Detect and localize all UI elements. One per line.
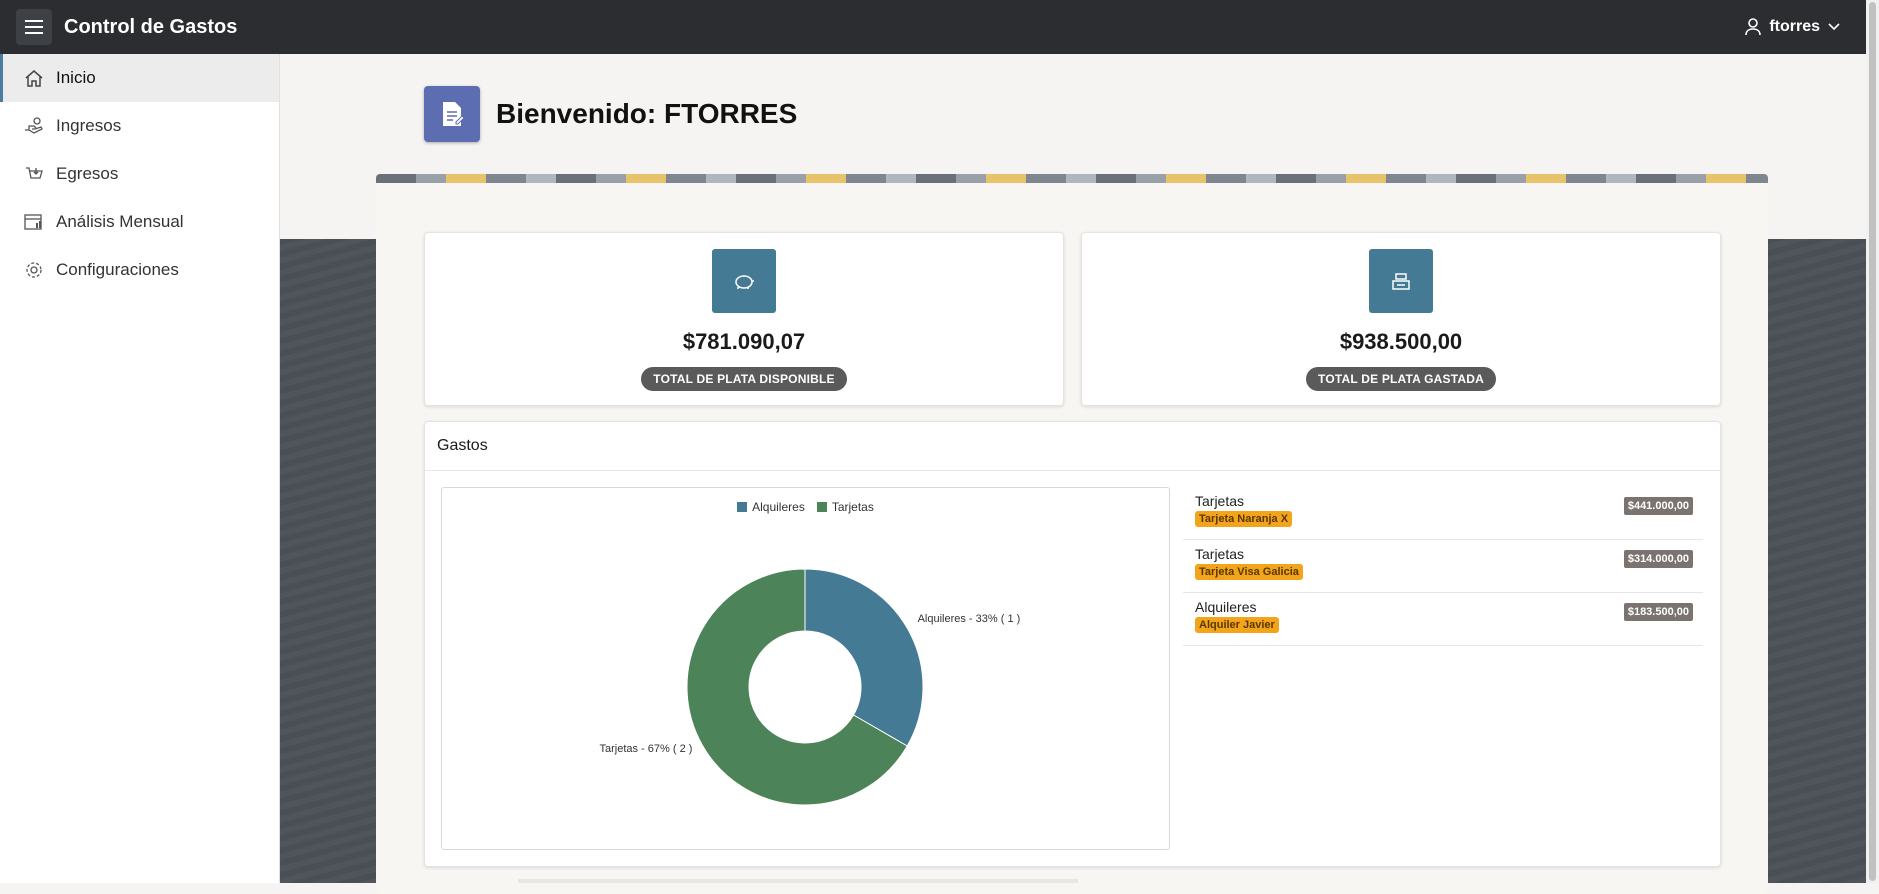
home-icon (25, 70, 43, 87)
sidebar: Inicio Ingresos Egresos Análisis Mensual… (0, 54, 280, 883)
hamburger-menu-button[interactable] (16, 9, 52, 45)
username-label: ftorres (1769, 18, 1820, 35)
list-item[interactable]: Tarjetas Tarjeta Visa Galicia $314.000,0… (1183, 540, 1703, 593)
gastos-title: Gastos (425, 422, 1720, 471)
scrollbar-thumb[interactable] (1869, 2, 1876, 881)
sidebar-item-analisis-mensual[interactable]: Análisis Mensual (0, 198, 279, 246)
sidebar-item-inicio[interactable]: Inicio (0, 54, 279, 102)
kpi-card-available: $781.090,07 TOTAL DE PLATA DISPONIBLE (424, 232, 1064, 406)
donut-chart: Alquileres Tarjetas Alquileres - 33% ( 1… (441, 487, 1170, 850)
sidebar-item-egresos[interactable]: Egresos (0, 150, 279, 198)
sidebar-item-configuraciones[interactable]: Configuraciones (0, 246, 279, 294)
sidebar-item-label: Configuraciones (56, 260, 179, 279)
sidebar-item-label: Análisis Mensual (56, 212, 184, 231)
list-item-detail-tag: Tarjeta Naranja X (1195, 511, 1293, 527)
sidebar-item-label: Ingresos (56, 116, 122, 135)
sidebar-item-label: Inicio (56, 68, 96, 87)
list-item-detail-tag: Alquiler Javier (1195, 617, 1279, 633)
cart-out-icon (26, 167, 43, 179)
sidebar-item-label: Egresos (56, 164, 119, 183)
kpi-value: $781.090,07 (682, 329, 806, 354)
donut-slice-alquileres[interactable] (804, 568, 924, 747)
decorative-banner (376, 174, 1768, 183)
menu-icon (25, 20, 43, 34)
cash-register-icon (1369, 249, 1433, 313)
kpi-card-spent: $938.500,00 TOTAL DE PLATA GASTADA (1081, 232, 1721, 406)
piggy-bank-icon (712, 249, 776, 313)
hand-money-icon (25, 117, 43, 134)
list-item-category: Tarjetas (1195, 493, 1245, 509)
calendar-chart-icon (24, 214, 42, 230)
donut-data-label: Alquileres - 33% ( 1 ) (918, 613, 1021, 625)
document-edit-icon (424, 86, 480, 142)
content-region: $781.090,07 TOTAL DE PLATA DISPONIBLE $9… (376, 174, 1768, 894)
list-item-detail-tag: Tarjeta Visa Galicia (1195, 564, 1303, 580)
main-content: Bienvenido: FTORRES $781.090,07 TOTAL DE… (280, 54, 1866, 894)
kpi-value: $938.500,00 (1339, 329, 1463, 354)
list-item[interactable]: Tarjetas Tarjeta Naranja X $441.000,00 (1183, 487, 1703, 540)
list-item-amount: $314.000,00 (1623, 550, 1693, 568)
app-title[interactable]: Control de Gastos (64, 16, 237, 39)
page-scrollbar[interactable] (1866, 0, 1879, 883)
chevron-down-icon (1828, 23, 1840, 31)
page-header: Bienvenido: FTORRES (424, 86, 797, 142)
list-item[interactable]: Alquileres Alquiler Javier $183.500,00 (1183, 593, 1703, 646)
page-title: Bienvenido: FTORRES (496, 98, 798, 129)
sidebar-item-ingresos[interactable]: Ingresos (0, 102, 279, 150)
gear-icon (26, 262, 42, 278)
top-navigation-bar: Control de Gastos ftorres (0, 0, 1866, 54)
list-item-amount: $441.000,00 (1623, 497, 1693, 515)
donut-data-label: Tarjetas - 67% ( 2 ) (599, 743, 692, 755)
gastos-region: Gastos Alquileres Tarjetas Alquileres - … (424, 421, 1721, 867)
gastos-list: Tarjetas Tarjeta Naranja X $441.000,00 T… (1183, 487, 1703, 646)
list-item-amount: $183.500,00 (1623, 603, 1693, 621)
donut-chart-svg: Alquileres - 33% ( 1 ) Tarjetas - 67% ( 2… (599, 568, 1021, 806)
list-item-category: Tarjetas (1195, 546, 1245, 562)
list-item-category: Alquileres (1195, 599, 1257, 615)
user-menu[interactable]: ftorres (1745, 0, 1840, 54)
kpi-label-badge: TOTAL DE PLATA DISPONIBLE (641, 367, 847, 391)
next-region-edge (518, 879, 1078, 883)
user-icon (1745, 18, 1762, 36)
kpi-label-badge: TOTAL DE PLATA GASTADA (1306, 367, 1496, 391)
